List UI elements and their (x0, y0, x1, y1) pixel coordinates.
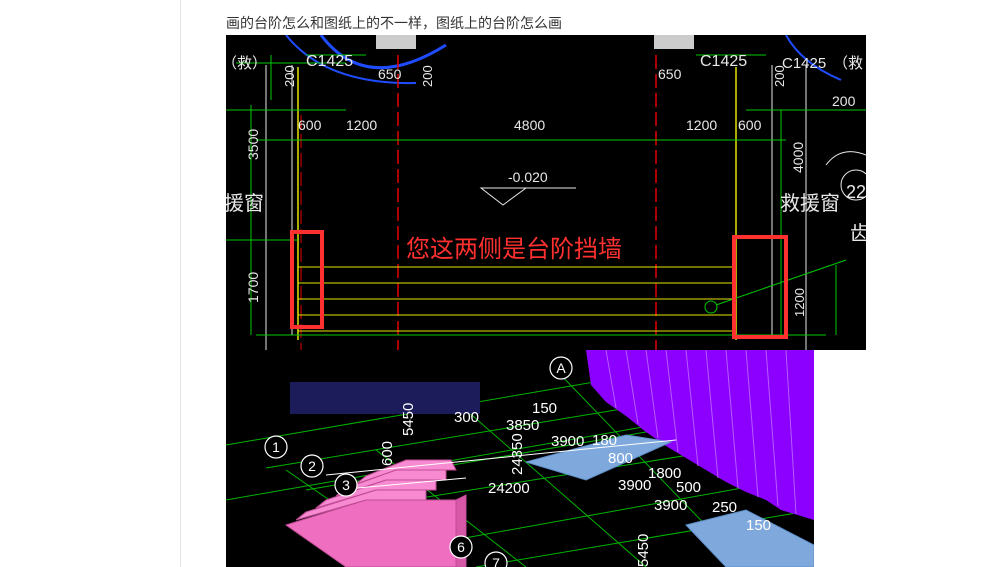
dim-1200-left: 1200 (346, 117, 377, 133)
tooltip-box (290, 382, 480, 414)
label-3850: 3850 (506, 417, 539, 434)
label-window-right-2: C1425 (782, 55, 826, 72)
axis-marker-7: 7 (492, 555, 500, 567)
label-600: 600 (379, 441, 396, 466)
cad-drawing-image: （救） C1425 C1425 C1425 （救 200 200 200 650… (226, 35, 866, 350)
label-250: 250 (712, 499, 737, 516)
label-window-left: C1425 (306, 53, 353, 70)
label-150-b: 150 (746, 517, 771, 534)
axis-marker-6: 6 (457, 539, 465, 555)
dim-200-b: 200 (420, 65, 435, 87)
dim-200-a: 200 (282, 65, 297, 87)
dim-600-right: 600 (738, 117, 762, 133)
axis-marker-1: 1 (272, 439, 280, 455)
dim-600-left: 600 (298, 117, 322, 133)
rescue-window-right: 救援窗 (780, 192, 840, 215)
rescue-window-left: 援窗 (226, 192, 264, 215)
dim-650-left: 650 (378, 66, 402, 82)
label-jiu-left: （救） (226, 55, 267, 72)
elevation-label: -0.020 (508, 169, 548, 185)
label-3900-a: 3900 (551, 433, 584, 450)
dim-1700: 1700 (245, 272, 261, 303)
left-rail (0, 0, 180, 567)
right-edge-char: 齿 (850, 222, 866, 245)
label-24350: 24350 (509, 433, 526, 475)
label-window-right: C1425 (700, 53, 747, 70)
label-300: 300 (454, 409, 479, 426)
label-500: 500 (676, 479, 701, 496)
dim-200-c: 200 (772, 65, 787, 87)
dim-650-right: 650 (658, 66, 682, 82)
dim-1200-vert: 1200 (792, 288, 807, 317)
axis-marker-3: 3 (342, 477, 350, 493)
label-5450-a: 5450 (400, 403, 417, 436)
label-24200: 24200 (488, 480, 530, 497)
label-3900-c: 3900 (654, 497, 687, 514)
dim-4000: 4000 (790, 142, 806, 173)
label-5450-b: 5450 (635, 534, 652, 567)
dim-3500: 3500 (245, 129, 261, 160)
rail-divider (180, 0, 181, 567)
3d-model-image: A 1 2 3 6 7 5450 300 150 3850 24350 3900… (226, 350, 814, 567)
axis-marker-a: A (556, 360, 566, 376)
question-text: 画的台阶怎么和图纸上的不一样，图纸上的台阶怎么画 (226, 15, 562, 31)
annotation-text: 您这两侧是台阶挡墙 (406, 236, 622, 263)
right-edge-text: 22 (846, 182, 866, 202)
label-150-a: 150 (532, 400, 557, 417)
dim-200-right: 200 (832, 93, 856, 109)
dim-1200-right: 1200 (686, 117, 717, 133)
label-180: 180 (592, 432, 617, 449)
label-800: 800 (608, 450, 633, 467)
axis-marker-2: 2 (308, 458, 316, 474)
label-3900-b: 3900 (618, 477, 651, 494)
dim-4800: 4800 (514, 117, 545, 133)
label-jiu-right: （救 (833, 55, 863, 72)
